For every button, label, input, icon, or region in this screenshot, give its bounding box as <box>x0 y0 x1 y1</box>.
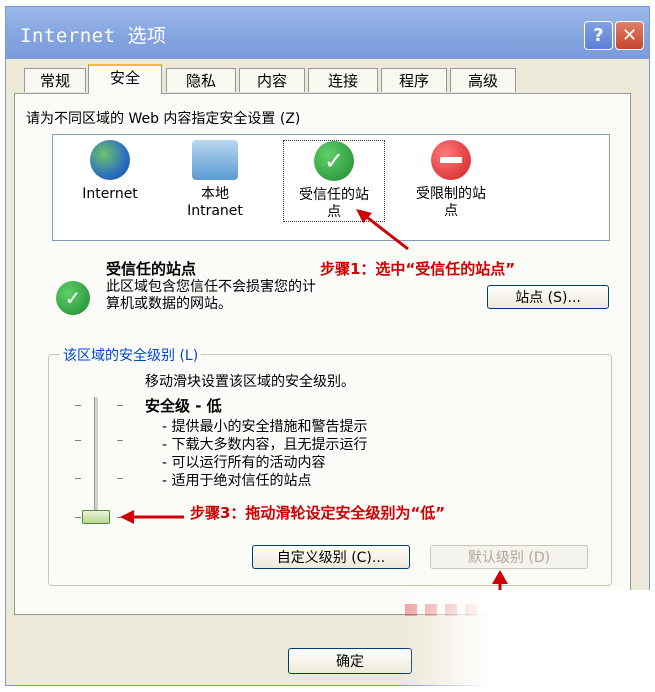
slider-tick <box>75 517 81 518</box>
tab-security[interactable]: 安全 <box>88 64 162 94</box>
zone-internet[interactable]: Internet <box>60 140 160 203</box>
close-button[interactable]: ✕ <box>615 21 644 50</box>
step3-annotation: 步骤3：拖动滑轮设定安全级别为“低” <box>190 504 446 522</box>
slider-tick <box>75 478 81 479</box>
stop-icon <box>431 140 471 180</box>
default-level-button[interactable]: 默认级别 (D) <box>430 545 588 569</box>
slider-tick <box>117 478 123 479</box>
tab-general[interactable]: 常规 <box>24 68 86 92</box>
zone-instruction: 请为不同区域的 Web 内容指定安全设置 (Z) <box>26 111 301 127</box>
security-slider-thumb[interactable] <box>82 510 110 524</box>
level-title: 安全级 - 低 <box>145 397 222 415</box>
tab-advanced[interactable]: 高级 <box>450 68 516 92</box>
ok-button[interactable]: 确定 <box>288 648 412 674</box>
security-slider-track[interactable] <box>94 397 99 519</box>
step3-arrow <box>120 510 184 524</box>
step1-annotation: 步骤1：选中“受信任的站点” <box>320 260 516 278</box>
globe-icon <box>90 140 130 180</box>
zone-label: Internet <box>82 186 138 202</box>
selected-zone-description: 此区域包含您信任不会损害您的计 算机或数据的网站。 <box>106 279 316 312</box>
level-bullet: - 下载大多数内容，且无提示运行 <box>162 437 368 453</box>
level-bullet: - 适用于绝对信任的站点 <box>162 473 312 489</box>
level-bullet: - 提供最小的安全措施和警告提示 <box>162 419 368 435</box>
zone-label: 本地 Intranet <box>187 186 243 219</box>
tab-programs[interactable]: 程序 <box>381 68 447 92</box>
slider-tick <box>75 440 81 441</box>
slider-tick <box>75 405 81 406</box>
zone-local-intranet[interactable]: 本地 Intranet <box>170 140 260 220</box>
check-icon: ✓ <box>314 141 354 181</box>
step1-arrow <box>356 209 409 251</box>
check-icon: ✓ <box>56 281 90 315</box>
sites-button[interactable]: 站点 (S)... <box>487 285 609 309</box>
tab-privacy[interactable]: 隐私 <box>166 68 236 92</box>
window-title: Internet 选项 <box>20 25 167 47</box>
slider-hint: 移动滑块设置该区域的安全级别。 <box>145 374 355 390</box>
tab-connections[interactable]: 连接 <box>308 68 378 92</box>
title-bar[interactable]: Internet 选项 ? ✕ <box>6 7 649 59</box>
tab-content[interactable]: 内容 <box>239 68 305 92</box>
level-bullet: - 可以运行所有的活动内容 <box>162 455 326 471</box>
custom-level-button[interactable]: 自定义级别 (C)... <box>252 545 410 569</box>
help-button[interactable]: ? <box>584 21 613 50</box>
slider-tick <box>117 440 123 441</box>
computer-icon <box>192 140 238 180</box>
watermark-fade <box>400 590 655 692</box>
slider-tick <box>117 405 123 406</box>
security-level-legend: 该区域的安全级别 (L) <box>60 345 202 365</box>
selected-zone-title: 受信任的站点 <box>106 260 197 278</box>
